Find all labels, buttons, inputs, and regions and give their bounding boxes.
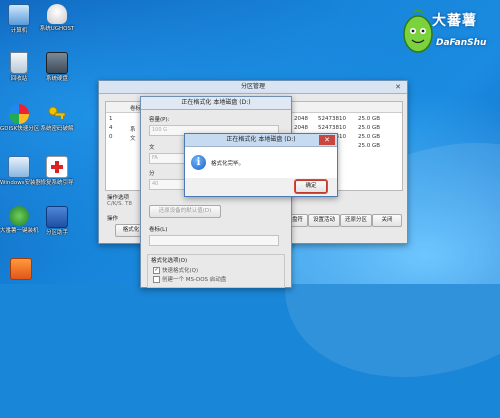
checkbox-icon xyxy=(153,276,160,283)
desktop-icon-gdisk[interactable]: GDISK快速分区 xyxy=(0,104,39,133)
allocation-label: 分 xyxy=(149,171,155,177)
partition-manager-titlebar: 分区管理 ✕ xyxy=(99,81,407,94)
window-title: 分区管理 xyxy=(240,83,265,90)
close-icon[interactable]: ✕ xyxy=(395,81,401,93)
logo-brand-en: DaFanShu xyxy=(436,38,487,48)
disk-icon xyxy=(46,52,68,74)
recycle-bin-icon xyxy=(10,52,28,74)
ok-button[interactable]: 确定 xyxy=(295,180,327,193)
quick-format-checkbox[interactable]: ✓ 快速格式化(Q) xyxy=(153,266,198,274)
key-icon xyxy=(47,104,67,124)
row-name: 系 xyxy=(130,127,136,133)
desktop-icon-recycle-bin[interactable]: 回收站 xyxy=(0,52,38,83)
desktop-icon-one-click[interactable]: 大番薯一键装机 xyxy=(0,206,39,235)
msdos-disk-checkbox[interactable]: 创建一个 MS-DOS 启动盘 xyxy=(153,275,226,283)
checkmark-icon: ✓ xyxy=(153,267,160,274)
desktop-icon-repair-boot[interactable]: 修复系统引导 xyxy=(38,156,76,187)
format-titlebar: 正在格式化 本地磁盘 (D:) xyxy=(141,97,291,110)
desktop-icon-disk[interactable]: 系统硬盘 xyxy=(38,52,76,83)
windows-installer-icon xyxy=(8,156,30,178)
row-size: 25.0 GB xyxy=(358,116,381,122)
app-icon xyxy=(10,258,32,280)
format-complete-dialog: 正在格式化 本地磁盘 (D:) ✕ i 格式化完毕。 确定 xyxy=(184,133,338,197)
partition-assistant-icon xyxy=(46,206,68,228)
volume-label-input[interactable] xyxy=(149,235,279,246)
volume-label-label: 卷标(L) xyxy=(149,227,168,233)
ghost-icon xyxy=(47,4,67,24)
close-icon[interactable]: ✕ xyxy=(319,135,335,145)
row-sectors: 52473810 xyxy=(318,116,346,122)
row-start: 2048 xyxy=(294,116,308,122)
desktop-icon-computer[interactable]: 计算机 xyxy=(0,4,38,35)
desktop-icon-partition-assistant[interactable]: 分区助手 xyxy=(38,206,76,237)
dialog-titlebar: 正在格式化 本地磁盘 (D:) ✕ xyxy=(185,134,337,147)
capacity-label: 容量(P): xyxy=(149,117,170,123)
row-index: 0 xyxy=(109,134,113,140)
desktop-icon-ghost[interactable]: 系统UGHOST xyxy=(38,4,76,33)
dialog-message: 格式化完毕。 xyxy=(211,161,245,167)
row-size: 25.0 GB xyxy=(358,143,381,149)
dialog-title: 正在格式化 本地磁盘 (D:) xyxy=(226,136,296,143)
row-index: 4 xyxy=(109,125,113,131)
row-name: 文 xyxy=(130,136,136,142)
partition-icon xyxy=(9,104,29,124)
row-sectors: 52473810 xyxy=(318,125,346,131)
row-start: 2048 xyxy=(294,125,308,131)
restore-partition-button[interactable]: 还原分区 xyxy=(340,214,372,227)
desktop-icon-password[interactable]: 系统密码破解 xyxy=(38,104,76,133)
desktop-icon-windows-installer[interactable]: Windows安装器 xyxy=(0,156,41,187)
window-title: 正在格式化 本地磁盘 (D:) xyxy=(181,99,251,106)
restore-defaults-button[interactable]: 还原设备的默认值(D) xyxy=(149,205,221,218)
filesystem-label: 文 xyxy=(149,145,155,151)
format-options-label: 格式化选项(O) xyxy=(151,258,188,264)
ops-label: 操作 xyxy=(107,216,119,222)
dialog-body: i 格式化完毕。 xyxy=(185,147,337,178)
row-index: 1 xyxy=(109,116,113,122)
mascot-icon xyxy=(9,206,29,226)
set-active-button[interactable]: 设置活动 xyxy=(308,214,340,227)
close-button[interactable]: 关闭 xyxy=(372,214,402,227)
computer-icon xyxy=(8,4,30,26)
dafanshu-logo: 大蕃薯 DaFanShu xyxy=(398,4,498,62)
desktop-icon-app[interactable] xyxy=(2,258,40,282)
row-size: 25.0 GB xyxy=(358,125,381,131)
info-icon: i xyxy=(191,155,206,170)
row-size: 25.0 GB xyxy=(358,134,381,140)
medical-kit-icon xyxy=(46,156,68,178)
info-text: C/K/S. T8 xyxy=(107,201,132,207)
info-label: 操作选项 xyxy=(107,195,130,201)
logo-brand-text: 大蕃薯 xyxy=(432,13,477,29)
